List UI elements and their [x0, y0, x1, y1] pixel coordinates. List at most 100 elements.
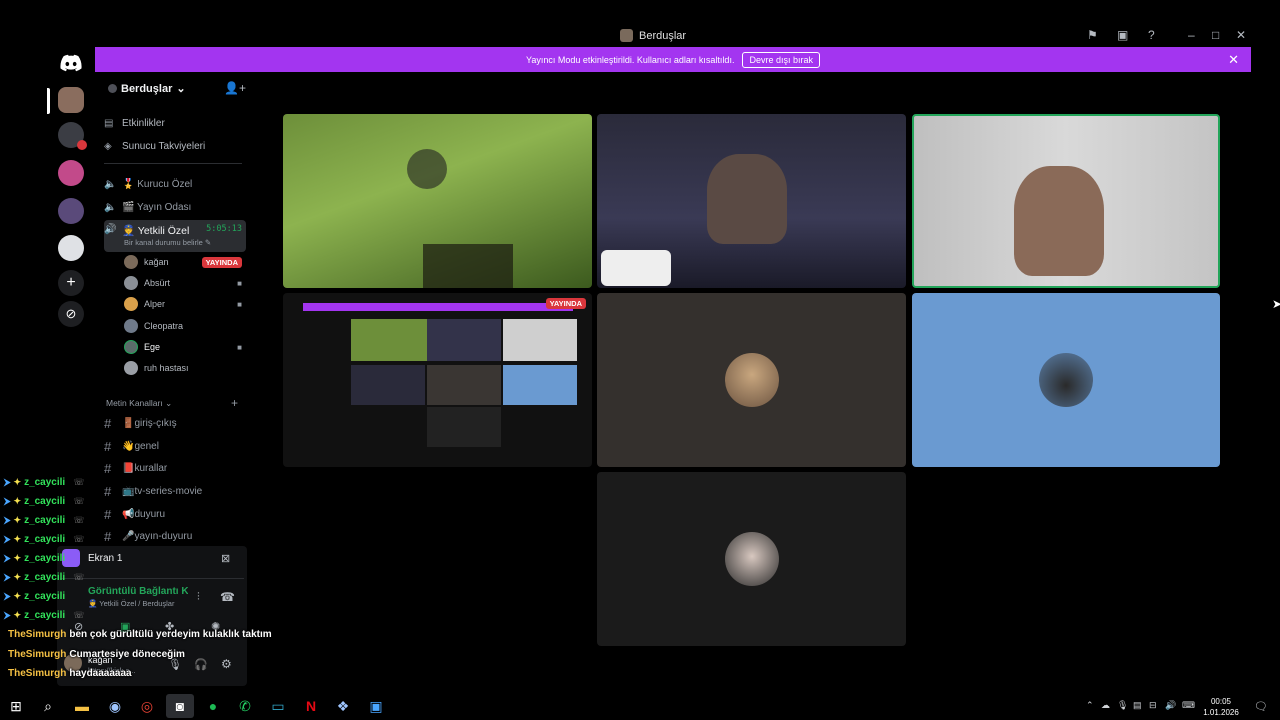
video-tile-speaking[interactable]: [912, 114, 1220, 288]
stream-tile[interactable]: YAYINDA: [283, 293, 592, 467]
voice-member[interactable]: Alper ■: [124, 295, 242, 313]
voice-member[interactable]: ruh hastası: [124, 359, 242, 377]
server-berduslar[interactable]: [58, 87, 84, 113]
discover-icon[interactable]: ⊘: [58, 301, 84, 327]
text-channel[interactable]: # 📢duyuru: [104, 504, 246, 524]
server-folder-2[interactable]: [58, 160, 84, 186]
app-icon[interactable]: ▭: [270, 698, 286, 714]
events-item[interactable]: ▤ Etkinlikler: [104, 113, 246, 133]
avatar: [124, 255, 138, 269]
avatar: [124, 361, 138, 375]
chat-message: TheSimurgh Cumartesiye döneceğim: [8, 649, 185, 660]
text-channel[interactable]: # 📕kurallar: [104, 458, 246, 478]
server-icon: [620, 29, 633, 42]
chat-follow-line: ⮞ ✦ z_caycili ☏: [4, 477, 85, 488]
divider: [60, 578, 244, 579]
star-icon: ✦: [13, 591, 22, 601]
file-explorer-icon[interactable]: ▬: [74, 698, 90, 714]
voice-member[interactable]: Absürt ■: [124, 274, 242, 292]
create-channel-icon[interactable]: +: [231, 396, 238, 410]
disable-streamer-mode-button[interactable]: Devre dışı bırak: [742, 51, 820, 68]
hash-icon: #: [104, 438, 112, 454]
close-window-icon[interactable]: ✕: [1236, 28, 1246, 42]
disconnect-icon[interactable]: ☎: [220, 590, 235, 604]
hash-icon: #: [104, 460, 112, 476]
star-icon: ✦: [13, 572, 22, 582]
maximize-icon[interactable]: □: [1212, 28, 1219, 42]
channel-status-prompt[interactable]: Bir kanal durumu belirle ✎: [124, 238, 211, 247]
inbox-flag-icon[interactable]: ⚑: [1087, 28, 1098, 42]
divider: [104, 163, 242, 164]
whatsapp-icon[interactable]: ✆: [237, 698, 253, 714]
app-icon[interactable]: ❖: [335, 698, 351, 714]
voice-channel-yayin[interactable]: 🔈 🎬 Yayın Odası: [104, 197, 246, 217]
discord-taskbar-icon[interactable]: ◙: [172, 698, 188, 714]
netflix-icon[interactable]: N: [303, 698, 319, 714]
stream-preview-tile: [503, 365, 577, 405]
hash-icon: #: [104, 483, 112, 499]
user-settings-gear-icon[interactable]: ⚙: [221, 657, 232, 671]
chrome-icon[interactable]: ◎: [139, 698, 155, 714]
clock[interactable]: 00:05 1.01.2026: [1202, 696, 1240, 718]
server-folder-3[interactable]: [58, 198, 84, 224]
video-tile[interactable]: [597, 114, 906, 288]
steam-icon[interactable]: ◉: [107, 698, 123, 714]
stream-preview-banner: [303, 303, 573, 311]
video-tile-camera-off[interactable]: [912, 293, 1220, 467]
stream-preview-tile: [427, 365, 501, 405]
spotify-icon[interactable]: ●: [205, 698, 221, 714]
phone-icon: ☏: [73, 610, 85, 620]
app-icon[interactable]: ▣: [368, 698, 384, 714]
network-icon[interactable]: ⊟: [1149, 700, 1157, 711]
video-tile-camera-off[interactable]: [597, 472, 906, 646]
voice-channel-kurucu[interactable]: 🔈 🎖️ Kurucu Özel: [104, 174, 246, 194]
keyboard-icon[interactable]: ⌨: [1182, 700, 1195, 711]
text-channel[interactable]: # 📺tv-series-movie: [104, 481, 246, 501]
cloud-icon[interactable]: ☁: [1101, 700, 1110, 711]
tray-app-icon[interactable]: ▤: [1133, 700, 1142, 711]
video-content: [1014, 166, 1104, 276]
minimize-icon[interactable]: –: [1188, 28, 1195, 42]
tray-overflow-icon[interactable]: ⌃: [1086, 700, 1094, 711]
mouse-cursor-icon: ➤: [1272, 297, 1280, 311]
chat-message: TheSimurgh haydaaaaaaa: [8, 668, 132, 679]
noise-suppression-icon[interactable]: ⫶: [197, 591, 200, 604]
follow-icon: ⮞: [4, 534, 11, 544]
discord-logo-icon[interactable]: [60, 54, 82, 72]
video-tile-camera-off[interactable]: [597, 293, 906, 467]
notifications-icon[interactable]: 🗨: [1254, 700, 1268, 713]
follow-icon: ⮞: [4, 591, 11, 601]
windows-start-icon[interactable]: ⊞: [8, 698, 24, 714]
voice-member[interactable]: Ege ■: [124, 338, 242, 356]
text-channel[interactable]: # 🎤yayın-duyuru: [104, 526, 246, 546]
voice-member[interactable]: kağan YAYINDA: [124, 253, 242, 271]
voice-location[interactable]: 👮 Yetkili Özel / Berduşlar: [88, 599, 174, 608]
phone-icon: ☏: [73, 534, 85, 544]
close-banner-icon[interactable]: ✕: [1228, 52, 1239, 68]
search-icon[interactable]: ⌕: [40, 698, 56, 714]
live-badge: YAYINDA: [545, 298, 586, 309]
server-header[interactable]: Berduşlar ⌄: [108, 82, 186, 95]
add-server-icon[interactable]: +: [58, 270, 84, 296]
invite-people-icon[interactable]: 👤+: [224, 81, 246, 95]
stop-stream-icon[interactable]: ⊠: [221, 552, 230, 565]
server-folder-4[interactable]: [58, 235, 84, 261]
text-channels-category[interactable]: Metin Kanalları ⌄: [106, 398, 172, 409]
server-boosts-item[interactable]: ◈ Sunucu Takviyeleri: [104, 136, 246, 156]
mention-badge: [77, 140, 87, 150]
text-channel[interactable]: # 🚪giriş-çıkış: [104, 413, 246, 433]
follow-icon: ⮞: [4, 477, 11, 487]
calendar-icon: ▤: [104, 117, 114, 129]
voice-member[interactable]: Cleopatra: [124, 317, 242, 335]
video-tile[interactable]: [283, 114, 592, 288]
text-channel[interactable]: # 👋genel: [104, 436, 246, 456]
voice-channel-yetkili[interactable]: 🔊 👮 Yetkili Özel 5:05:13: [104, 220, 246, 252]
volume-icon[interactable]: 🔊: [1165, 700, 1176, 711]
inbox-icon[interactable]: ▣: [1117, 28, 1128, 42]
phone-icon: ☏: [73, 496, 85, 506]
help-icon[interactable]: ?: [1148, 28, 1155, 42]
mic-tray-icon[interactable]: 🎙: [1117, 700, 1128, 711]
speaker-active-icon: 🔊: [104, 224, 117, 235]
headphones-icon[interactable]: 🎧: [194, 658, 208, 671]
follow-icon: ⮞: [4, 553, 11, 563]
